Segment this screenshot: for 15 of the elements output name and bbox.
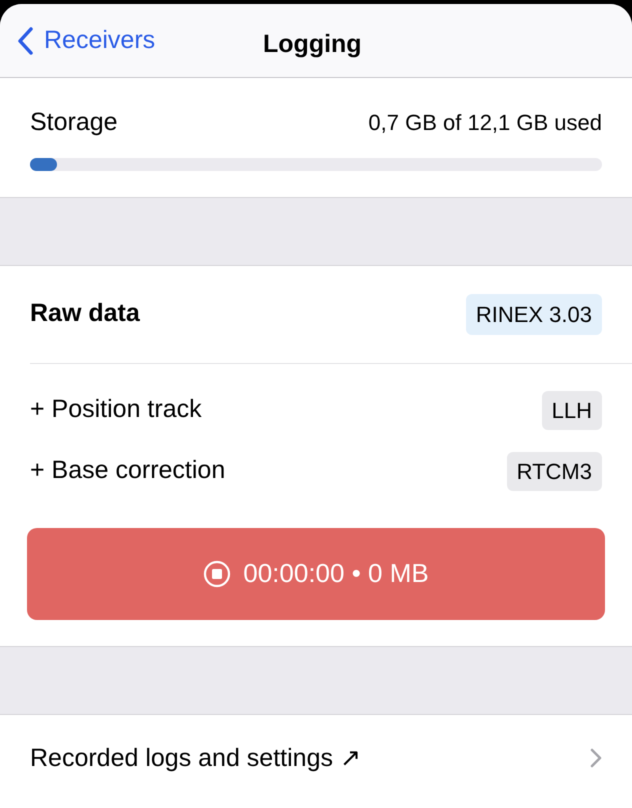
storage-reading: 0,7 GB of 12,1 GB used (368, 109, 602, 138)
option-label: + Base correction (30, 455, 226, 486)
chevron-right-icon (590, 748, 602, 768)
storage-label: Storage (30, 107, 118, 138)
back-button[interactable]: Receivers (16, 22, 156, 60)
format-tag: RTCM3 (506, 452, 602, 490)
format-tag: RINEX 3.03 (466, 294, 602, 334)
back-chevron-icon (16, 26, 34, 56)
record-button[interactable]: 00:00:00 • 0 MB (27, 528, 605, 620)
format-tag: LLH (542, 390, 602, 430)
recorded-logs-row[interactable]: Recorded logs and settings ↗ (0, 714, 632, 808)
option-label: + Position track (30, 394, 202, 426)
screen-title: Logging (263, 29, 362, 60)
stop-icon (203, 560, 232, 588)
raw-data-label: Raw data (30, 298, 140, 330)
